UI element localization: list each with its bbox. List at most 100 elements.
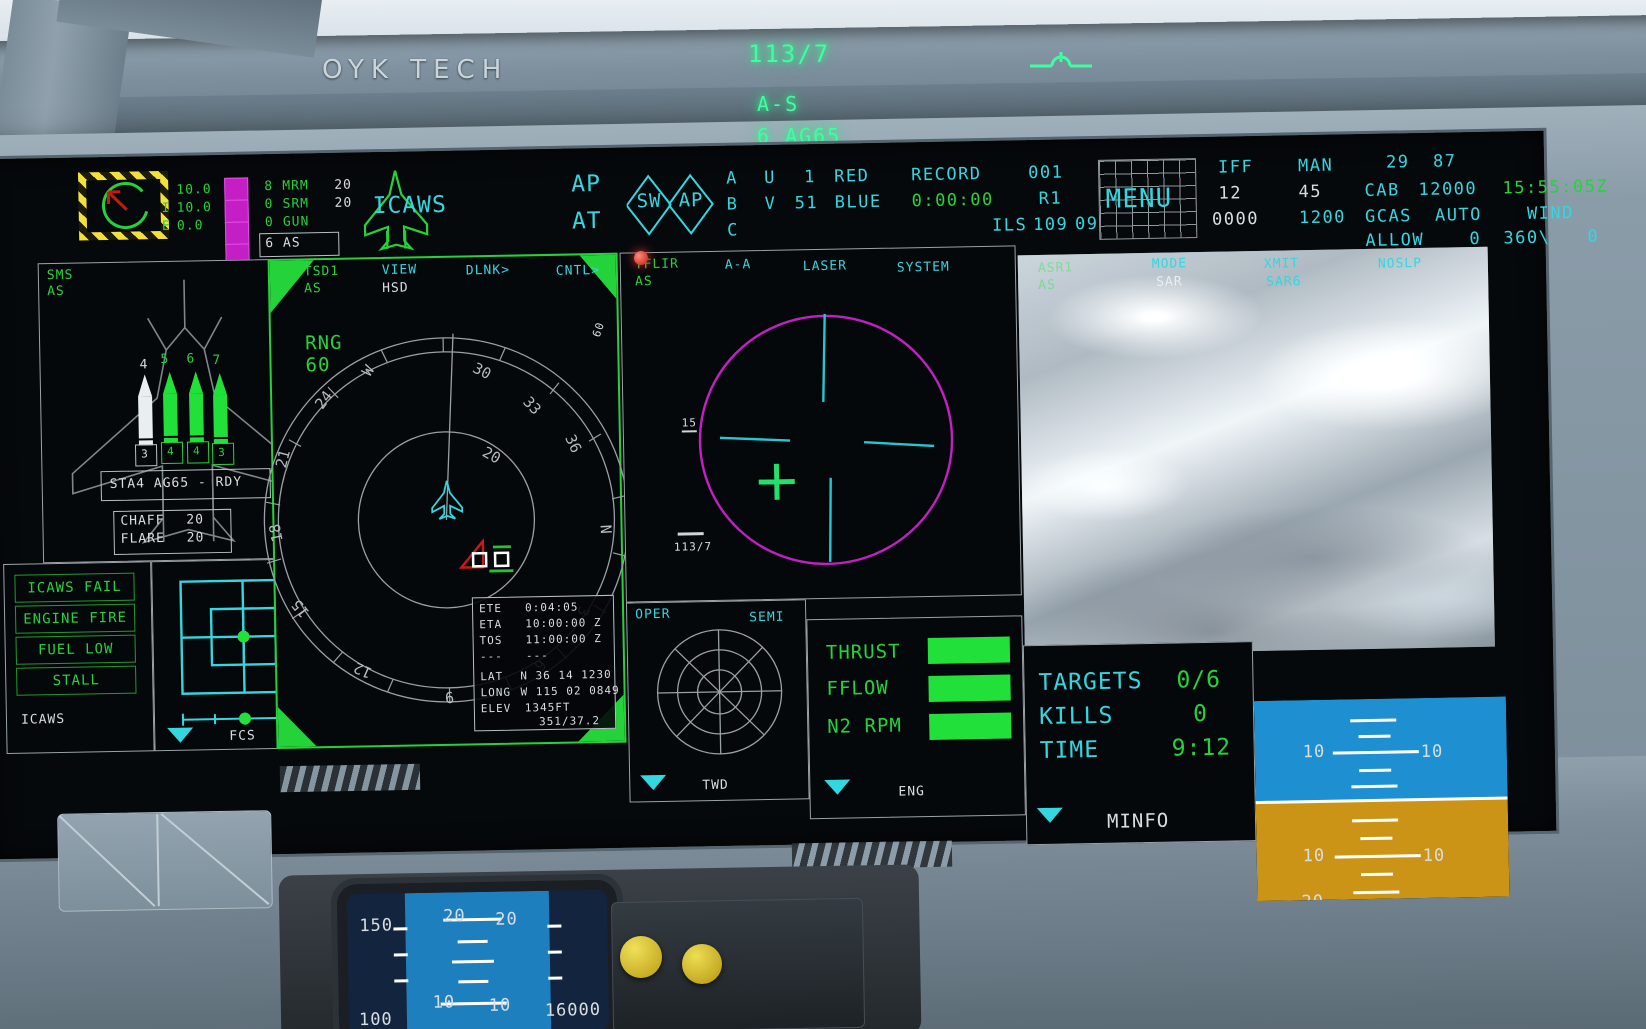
hsd-pane[interactable]: TSD1 AS VIEW HSD DLNK> CNTL> RNG 60 60 W… <box>263 252 630 750</box>
adi-pitch-10-right: 10 <box>1420 741 1444 763</box>
master-caution-indicator[interactable] <box>77 170 170 241</box>
store-mrm-qty: 20 <box>334 177 353 193</box>
selected-store-box[interactable]: 6 AS <box>259 231 340 258</box>
time-value: 9:12 <box>1171 734 1232 762</box>
n2rpm-bar <box>929 712 1012 741</box>
yellow-knob-2[interactable] <box>682 944 722 984</box>
zulu-clock: 15:55:05Z <box>1502 176 1609 199</box>
thrust-label: THRUST <box>825 640 901 664</box>
tgp-laser-button[interactable]: LASER <box>803 258 847 274</box>
center-adi-gauge[interactable]: 20 20 10 10 150 100 16000 <box>346 889 610 1029</box>
caution-engine-fire[interactable]: ENGINE FIRE <box>14 603 136 634</box>
store-icon-station-6[interactable] <box>188 371 204 443</box>
station-status-box: STA4 AG65 - RDY <box>100 468 271 502</box>
n2rpm-label: N2 RPM <box>827 714 903 738</box>
twd-pane[interactable]: OPER SEMI TWD <box>625 599 810 803</box>
wind-speed: 0 <box>1587 226 1600 247</box>
gcas-label: GCAS <box>1364 206 1413 227</box>
alt-setting-1: 29 <box>1385 152 1410 173</box>
hsd-view-label[interactable]: VIEW <box>382 262 418 278</box>
fuel-external-label: E <box>161 218 171 235</box>
radar-sar-pane[interactable]: ASR1 AS MODE SAR XMIT SAR6 NOSLP <box>1017 246 1495 656</box>
autothrottle-label[interactable]: AT <box>572 208 602 235</box>
fuel-external-value: 0.0 <box>176 218 204 234</box>
adi-pane[interactable]: 10 10 10 10 20 <box>1253 696 1510 902</box>
fflow-label: FFLOW <box>826 676 889 700</box>
kills-label: KILLS <box>1038 702 1114 731</box>
center-speed-value: 150 <box>359 915 394 937</box>
minfo-page-arrow-icon[interactable] <box>1036 807 1064 824</box>
adi-pitch-20-left: 20 <box>1301 892 1324 901</box>
svg-text:W: W <box>358 361 379 379</box>
dl-color-blue: BLUE <box>834 191 882 213</box>
menu-button[interactable]: MENU <box>1097 158 1198 240</box>
ete-value: 0:04:05 <box>524 600 579 615</box>
selected-store-label: 6 AS <box>265 235 301 252</box>
hsd-page-label: TSD1 <box>303 263 340 280</box>
tgp-system-button[interactable]: SYSTEM <box>897 260 950 276</box>
sw-label: SW <box>636 189 662 213</box>
twd-semi-label[interactable]: SEMI <box>749 610 785 626</box>
dl-color-red: RED <box>833 166 870 187</box>
hsd-dlnk-button[interactable]: DLNK> <box>466 263 510 279</box>
radar-noslp-label[interactable]: NOSLP <box>1378 256 1422 272</box>
twd-oper-label[interactable]: OPER <box>635 607 671 623</box>
station-6-count: 4 <box>192 444 201 458</box>
ap-right-label: AP <box>678 189 704 212</box>
store-icon-station-5[interactable] <box>162 371 178 444</box>
fcs-pane-title: FCS <box>229 728 256 744</box>
dl-row-b: B <box>726 194 739 215</box>
targets-value: 0/6 <box>1176 666 1222 694</box>
station-7-count-box: 3 <box>211 442 235 466</box>
nav-dash-1: --- <box>479 649 503 664</box>
adi-ground <box>1255 798 1510 902</box>
center-altitude-value: 16000 <box>544 999 602 1021</box>
cockpit-view: OYK TECH 113/7 A-S 6 AG65 ARM L <box>0 0 1646 1029</box>
fflow-bar <box>928 674 1011 703</box>
tgp-pane[interactable]: TFLIR AS A-A LASER SYSTEM 15 113/7 <box>619 245 1022 603</box>
hsd-track-symbols[interactable] <box>457 532 526 577</box>
store-icon-station-4[interactable] <box>137 374 153 446</box>
ils-course: 09 <box>1074 213 1099 235</box>
twd-page-arrow-icon[interactable] <box>640 774 667 791</box>
countermeasures-box: CHAFF 20 FLARE 20 <box>113 508 232 555</box>
ils-label: ILS <box>991 215 1028 236</box>
radar-mode-label[interactable]: MODE <box>1152 256 1188 272</box>
yellow-knob-1[interactable] <box>620 936 662 978</box>
hud-heading: 113/7 <box>748 40 831 68</box>
record-label[interactable]: RECORD <box>911 164 982 185</box>
ownship-symbol <box>431 480 464 520</box>
ils-freq: 109 <box>1032 214 1069 236</box>
fcs-page-arrow-icon[interactable] <box>167 727 194 744</box>
adi-pitch-neg10-left: 10 <box>1302 845 1326 867</box>
tgp-aa-button[interactable]: A-A <box>725 257 752 272</box>
caution-icaws-fail[interactable]: ICAWS FAIL <box>14 572 135 603</box>
long-value: W 115 02 0849 <box>520 683 620 699</box>
svg-text:21: 21 <box>272 448 294 470</box>
gcas-value: AUTO <box>1434 204 1483 226</box>
caution-stall[interactable]: STALL <box>16 665 137 696</box>
eng-page-arrow-icon[interactable] <box>824 779 851 795</box>
menu-button-label: MENU <box>1105 183 1173 215</box>
iff-label: IFF <box>1217 157 1254 178</box>
store-mrm-count: 8 <box>264 178 274 195</box>
hud-waterline-symbol <box>1030 52 1092 68</box>
man-label: MAN <box>1297 155 1334 177</box>
twd-pane-title: TWD <box>702 777 729 794</box>
autopilot-label[interactable]: AP <box>571 171 601 198</box>
svg-text:24: 24 <box>311 387 336 412</box>
hsd-cntl-button[interactable]: CNTL> <box>556 263 600 279</box>
dl-col-v: V <box>764 193 777 214</box>
master-caution-icon <box>101 182 149 229</box>
caution-fuel-low[interactable]: FUEL LOW <box>15 634 136 665</box>
icaws-pane[interactable]: ICAWS FAIL ENGINE FIRE FUEL LOW STALL IC… <box>3 561 155 754</box>
minfo-pane[interactable]: TARGETS 0/6 KILLS 0 TIME 9:12 MINFO <box>1022 641 1257 846</box>
center-alt-tick <box>547 950 562 954</box>
svg-text:30: 30 <box>470 359 494 383</box>
icaws-top-label[interactable]: ICAWS <box>372 192 447 219</box>
station-5-count-box: 4 <box>160 441 184 465</box>
radar-xmit-label[interactable]: XMIT <box>1264 256 1300 272</box>
store-icon-station-7[interactable] <box>212 372 228 445</box>
chaff-label: CHAFF <box>120 513 165 529</box>
eng-pane[interactable]: THRUST FFLOW N2 RPM ENG <box>806 615 1026 820</box>
